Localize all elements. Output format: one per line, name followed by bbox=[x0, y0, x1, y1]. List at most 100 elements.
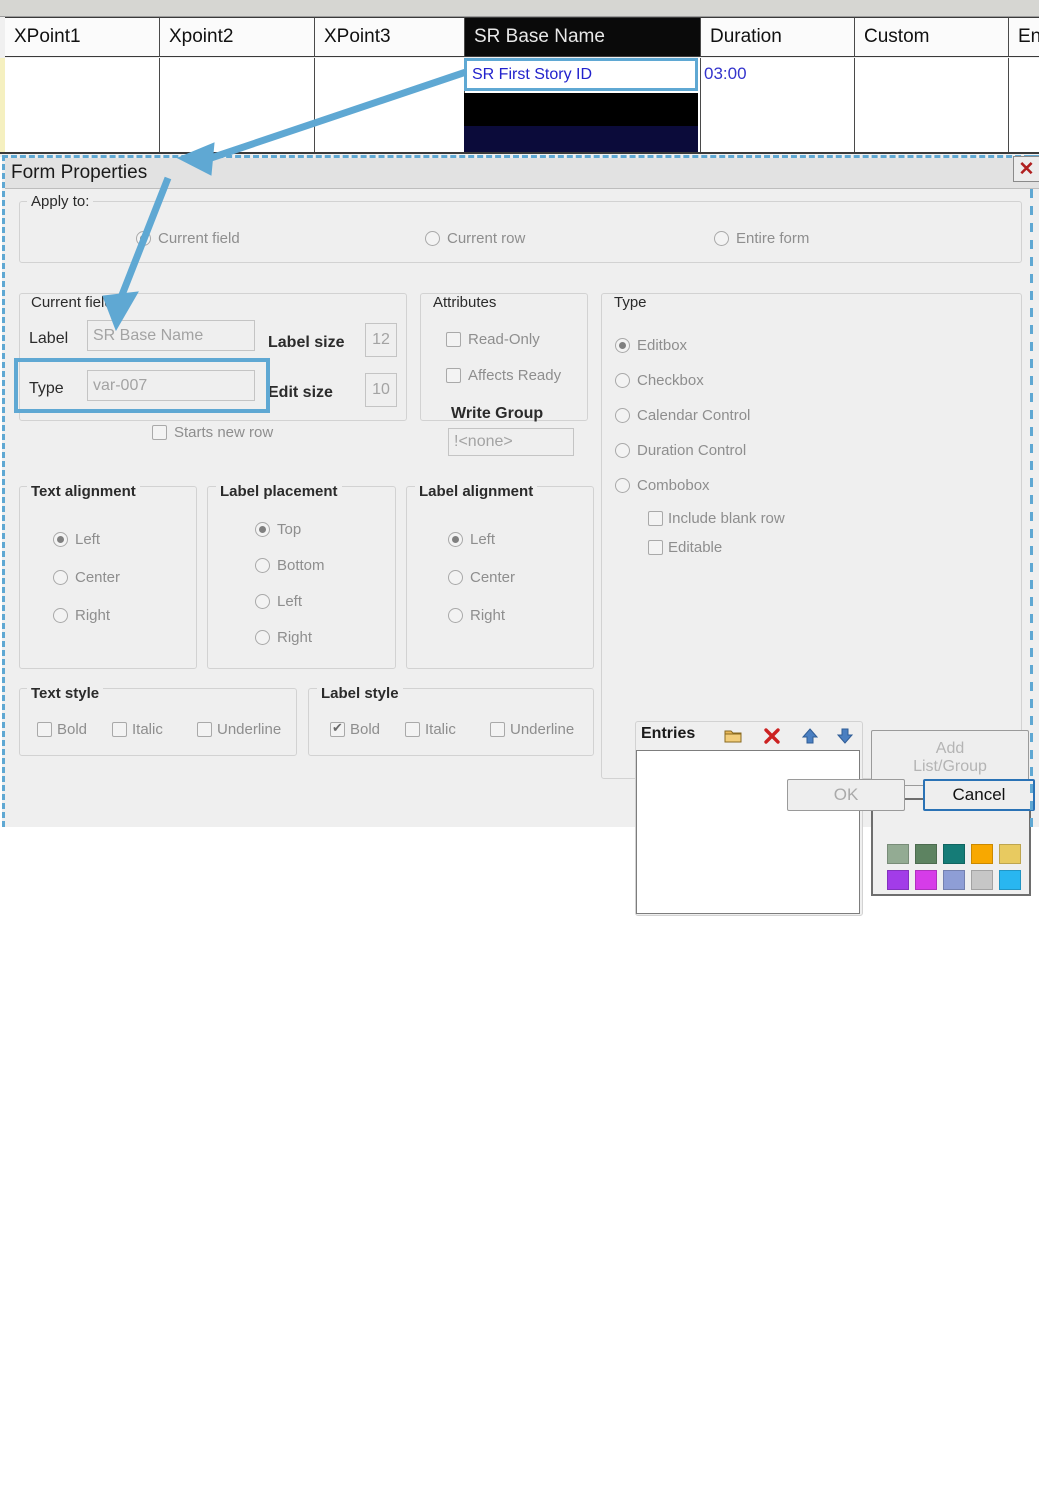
radio-right[interactable] bbox=[448, 608, 463, 623]
color-swatch[interactable] bbox=[943, 870, 965, 890]
radio-left[interactable] bbox=[448, 532, 463, 547]
type-title: Type bbox=[610, 294, 651, 311]
dialog-title-bar[interactable]: Form Properties bbox=[5, 158, 1039, 189]
current-field-title: Current field bbox=[27, 294, 117, 311]
color-swatch[interactable] bbox=[971, 844, 993, 864]
spreadsheet-grid[interactable]: XPoint1Xpoint2XPoint3 SR Base Name Duratio… bbox=[0, 0, 1039, 157]
grid-column-header[interactable]: SR Base Name bbox=[465, 17, 701, 57]
radio-entire-form[interactable] bbox=[714, 231, 729, 246]
starts-new-row-checkbox[interactable] bbox=[152, 425, 167, 440]
radio-right[interactable] bbox=[53, 608, 68, 623]
checkbox-italic[interactable] bbox=[112, 722, 127, 737]
form-properties-dialog: Form Properties Apply to: Current fieldC… bbox=[2, 155, 1039, 827]
label-input[interactable]: SR Base Name bbox=[87, 320, 255, 351]
grid-column-header-label: SR Base Name bbox=[474, 26, 605, 48]
grid-column-header-label: End bbox=[1018, 26, 1039, 48]
checkbox-bold[interactable] bbox=[330, 722, 345, 737]
color-swatch[interactable] bbox=[971, 870, 993, 890]
label-input-value: SR Base Name bbox=[93, 327, 203, 345]
grid-selected-column-fill-2 bbox=[464, 126, 698, 152]
move-down-arrow-icon[interactable] bbox=[835, 726, 855, 746]
grid-top-strip bbox=[0, 0, 1039, 17]
grid-cell[interactable] bbox=[315, 58, 465, 152]
radio-label: Checkbox bbox=[637, 372, 704, 389]
grid-cell-duration-value: 03:00 bbox=[704, 64, 747, 84]
write-group-caption: Write Group bbox=[451, 405, 543, 423]
radio-label: Right bbox=[277, 629, 312, 646]
grid-cell-duration[interactable]: 03:00 bbox=[700, 60, 747, 88]
radio-bottom[interactable] bbox=[255, 558, 270, 573]
radio-center[interactable] bbox=[53, 570, 68, 585]
radio-label: Duration Control bbox=[637, 442, 746, 459]
label-size-input[interactable]: 12 bbox=[365, 323, 397, 357]
grid-cell[interactable] bbox=[160, 58, 315, 152]
radio-right[interactable] bbox=[255, 630, 270, 645]
color-swatch[interactable] bbox=[887, 870, 909, 890]
grid-cell[interactable] bbox=[855, 58, 1009, 152]
grid-cell[interactable] bbox=[5, 58, 160, 152]
radio-label: Center bbox=[470, 569, 515, 586]
checkbox-editable[interactable] bbox=[648, 540, 663, 555]
color-swatch[interactable] bbox=[999, 870, 1021, 890]
close-x-icon[interactable]: ✕ bbox=[1013, 156, 1039, 182]
color-swatch[interactable] bbox=[887, 844, 909, 864]
checkbox-label: Italic bbox=[132, 721, 163, 738]
grid-column-header[interactable]: XPoint3 bbox=[315, 17, 465, 57]
grid-cell-editor-value: SR First Story ID bbox=[472, 66, 592, 84]
radio-label: Combobox bbox=[637, 477, 710, 494]
type-field-highlight bbox=[14, 358, 270, 413]
color-swatch[interactable] bbox=[915, 844, 937, 864]
radio-current-row[interactable] bbox=[425, 231, 440, 246]
add-list-group-button[interactable]: Add List/Group bbox=[871, 730, 1029, 786]
radio-duration-control[interactable] bbox=[615, 443, 630, 458]
radio-editbox[interactable] bbox=[615, 338, 630, 353]
read-only-label: Read-Only bbox=[468, 331, 540, 348]
radio-current-field[interactable] bbox=[136, 231, 151, 246]
write-group-input[interactable]: !<none> bbox=[448, 428, 574, 456]
delete-x-icon[interactable] bbox=[762, 726, 782, 746]
color-swatch[interactable] bbox=[943, 844, 965, 864]
checkbox-label: Bold bbox=[350, 721, 380, 738]
edit-size-input[interactable]: 10 bbox=[365, 373, 397, 407]
radio-center[interactable] bbox=[448, 570, 463, 585]
grid-column-header[interactable]: Duration bbox=[701, 17, 855, 57]
color-swatch[interactable] bbox=[999, 844, 1021, 864]
label-size-value: 12 bbox=[372, 331, 390, 349]
checkbox-underline[interactable] bbox=[490, 722, 505, 737]
move-up-arrow-icon[interactable] bbox=[800, 726, 820, 746]
starts-new-row-label: Starts new row bbox=[174, 424, 273, 441]
read-only-checkbox[interactable] bbox=[446, 332, 461, 347]
checkbox-label: Bold bbox=[57, 721, 87, 738]
radio-combobox[interactable] bbox=[615, 478, 630, 493]
grid-column-header[interactable]: End bbox=[1009, 17, 1039, 57]
checkbox-italic[interactable] bbox=[405, 722, 420, 737]
radio-label: Left bbox=[470, 531, 495, 548]
radio-label: Left bbox=[75, 531, 100, 548]
color-picker-panel[interactable]: No Color bbox=[871, 798, 1031, 896]
affects-ready-checkbox[interactable] bbox=[446, 368, 461, 383]
grid-column-header-label: Custom bbox=[864, 26, 929, 48]
checkbox-underline[interactable] bbox=[197, 722, 212, 737]
radio-calendar-control[interactable] bbox=[615, 408, 630, 423]
attributes-title: Attributes bbox=[429, 294, 500, 311]
ok-button[interactable]: OK bbox=[787, 779, 905, 811]
checkbox-label: Include blank row bbox=[668, 510, 785, 527]
grid-bottom-border bbox=[0, 152, 1039, 154]
dialog-title: Form Properties bbox=[11, 162, 147, 184]
entries-list[interactable] bbox=[636, 750, 860, 914]
radio-left[interactable] bbox=[255, 594, 270, 609]
checkbox-bold[interactable] bbox=[37, 722, 52, 737]
grid-cell-editor[interactable]: SR First Story ID bbox=[464, 58, 698, 91]
radio-label: Bottom bbox=[277, 557, 325, 574]
checkbox-include-blank-row[interactable] bbox=[648, 511, 663, 526]
color-swatch[interactable] bbox=[915, 870, 937, 890]
grid-column-header[interactable]: Custom bbox=[855, 17, 1009, 57]
radio-left[interactable] bbox=[53, 532, 68, 547]
folder-open-icon[interactable] bbox=[723, 726, 743, 746]
grid-column-header[interactable]: XPoint1 bbox=[5, 17, 160, 57]
grid-cell[interactable] bbox=[1009, 58, 1039, 152]
radio-checkbox[interactable] bbox=[615, 373, 630, 388]
radio-top[interactable] bbox=[255, 522, 270, 537]
grid-column-header[interactable]: Xpoint2 bbox=[160, 17, 315, 57]
cancel-button[interactable]: Cancel bbox=[923, 779, 1035, 811]
